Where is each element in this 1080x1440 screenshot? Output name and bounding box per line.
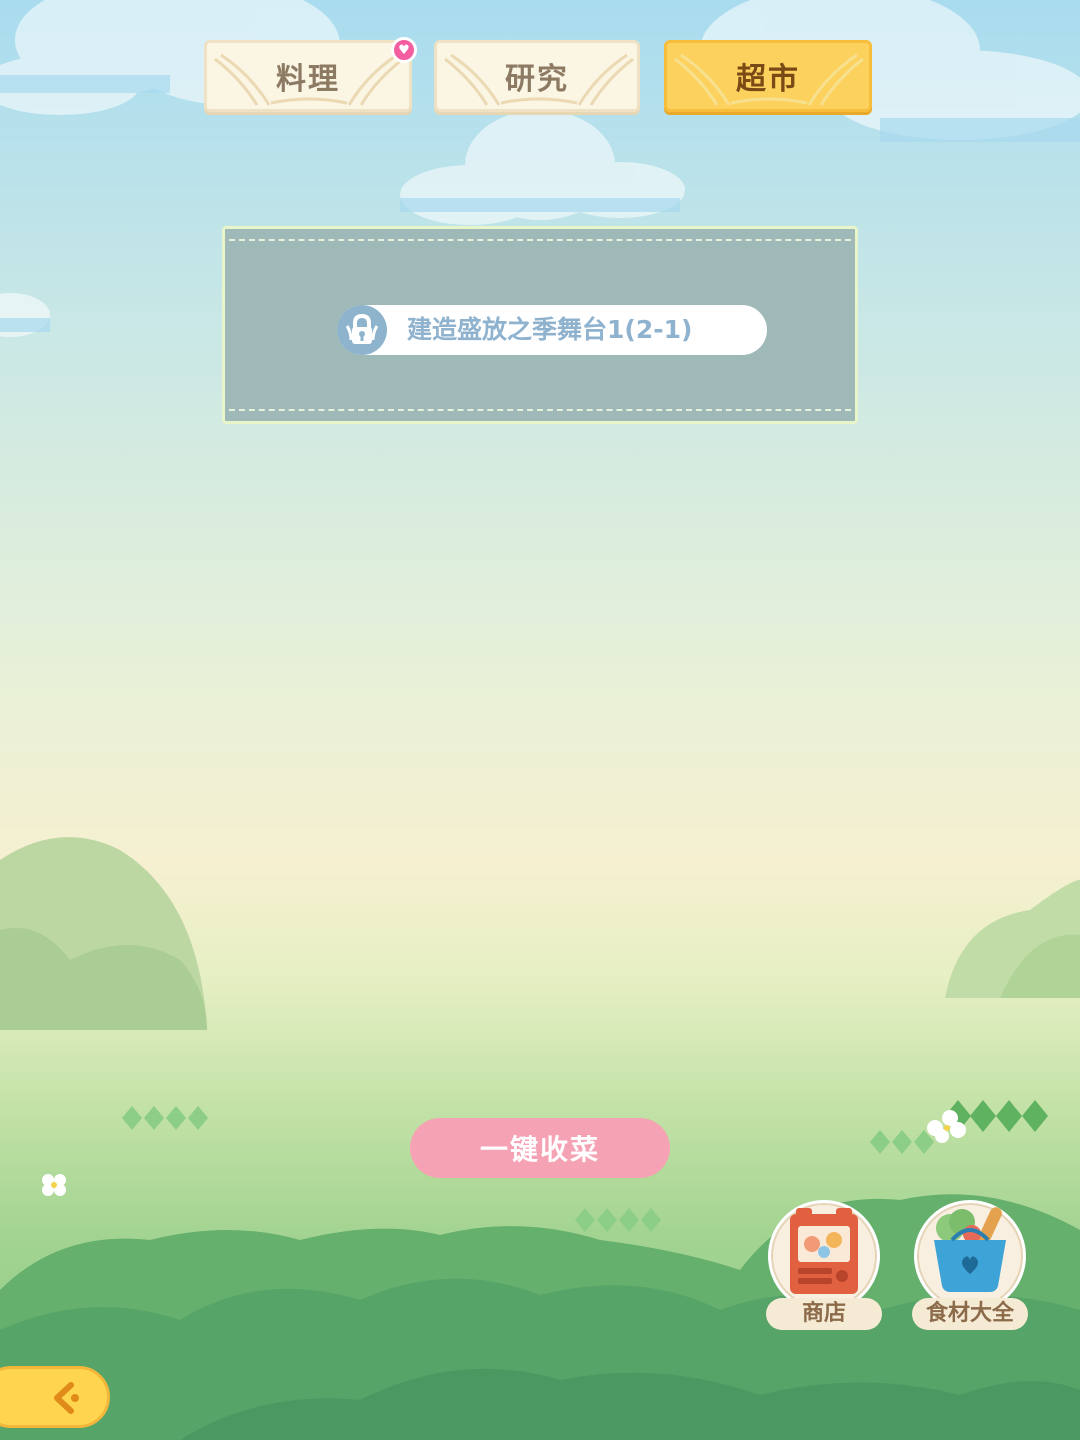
- game-scene: 料理 ♥ 研究 超市 建造盛放之季舞台1(2-1) 一键收菜 商店 食材大全: [0, 0, 1080, 1440]
- collect-all-button[interactable]: 一键收菜: [410, 1118, 670, 1178]
- requirement-text: 建造盛放之季舞台1(2-1): [407, 315, 693, 344]
- tab-label: 研究: [505, 62, 569, 97]
- grocery-basket-icon: [934, 1207, 1006, 1292]
- vending-machine-icon: [790, 1208, 858, 1294]
- tab-label: 料理: [276, 62, 340, 97]
- tab-research[interactable]: 研究: [434, 40, 640, 112]
- heart-badge-icon: ♥: [391, 37, 417, 63]
- dashed-border: [229, 239, 851, 241]
- tab-supermarket[interactable]: 超市: [664, 40, 872, 112]
- back-button[interactable]: [0, 1366, 110, 1428]
- tab-cooking[interactable]: 料理 ♥: [204, 37, 417, 112]
- ingredients-label: 食材大全: [912, 1298, 1028, 1330]
- shop-button[interactable]: 商店: [766, 1200, 882, 1330]
- locked-area-panel: 建造盛放之季舞台1(2-1): [222, 226, 858, 424]
- back-arrow-icon: [54, 1382, 79, 1414]
- dashed-border: [229, 409, 851, 411]
- tab-label: 超市: [736, 62, 800, 97]
- shop-label: 商店: [766, 1298, 882, 1330]
- lock-icon: [337, 305, 387, 355]
- ingredients-guide-button[interactable]: 食材大全: [912, 1200, 1028, 1330]
- unlock-requirement: 建造盛放之季舞台1(2-1): [337, 305, 767, 355]
